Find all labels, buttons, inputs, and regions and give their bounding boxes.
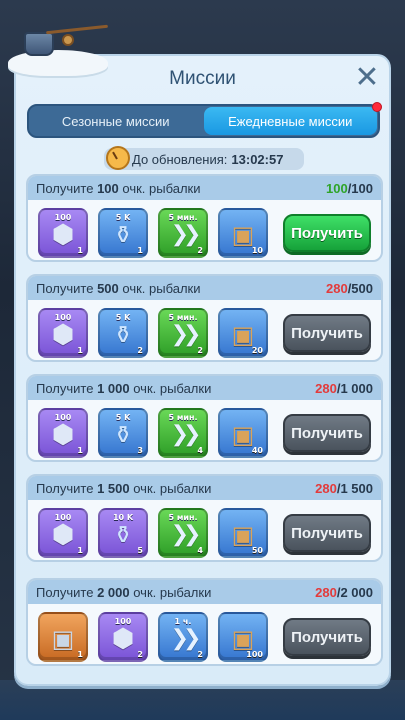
mission-header: Получите 100 очк. рыбалки 100/100 [28,176,381,200]
timer-label: До обновления: [132,151,228,167]
mission-tabs: Сезонные миссии Ежедневные миссии [27,102,382,138]
reward-list: 100 ⬢ 1 5 K ⚱ 1 5 мин. ❯❯ 2 ▣ 10 [38,208,268,258]
mission-title: Получите 2 000 очк. рыбалки [36,584,212,600]
mission-progress: 280/2 000 [315,584,373,600]
tab-daily[interactable]: Ежедневные миссии [203,102,382,135]
mission-progress: 280/500 [325,280,373,296]
bottle-icon[interactable]: 5 K ⚱ 2 [98,308,148,358]
missions-panel: Миссии ✕ Сезонные миссии Ежедневные мисс… [14,54,391,686]
speedup-icon[interactable]: 5 мин. ❯❯ 4 [158,508,208,558]
bottle-icon[interactable]: 5 K ⚱ 1 [98,208,148,258]
claim-button[interactable]: Получить [283,414,371,452]
mission-card: Получите 100 очк. рыбалки 100/100 100 ⬢ … [26,174,383,262]
mission-header: Получите 1 500 очк. рыбалки 280/1 500 [28,476,381,500]
speedup-icon[interactable]: 5 мин. ❯❯ 4 [158,408,208,458]
chest-icon[interactable]: ▣ 100 [218,612,268,662]
chest-icon[interactable]: ▣ 40 [218,408,268,458]
mission-progress: 280/1 500 [315,480,373,496]
notification-dot-icon [372,102,382,112]
fishing-decoration-icon [8,22,108,82]
tab-label: Ежедневные миссии [228,113,353,129]
claim-button[interactable]: Получить [283,314,371,352]
refresh-timer: До обновления: 13:02:57 [104,146,304,170]
mission-card: Получите 1 500 очк. рыбалки 280/1 500 10… [26,474,383,562]
mission-header: Получите 1 000 очк. рыбалки 280/1 000 [28,376,381,400]
reward-list: 100 ⬢ 1 10 K ⚱ 5 5 мин. ❯❯ 4 ▣ 50 [38,508,268,558]
mission-card: Получите 500 очк. рыбалки 280/500 100 ⬢ … [26,274,383,362]
mission-progress: 280/1 000 [315,380,373,396]
mission-header: Получите 500 очк. рыбалки 280/500 [28,276,381,300]
bottle-icon[interactable]: 10 K ⚱ 5 [98,508,148,558]
gear-icon[interactable]: 100 ⬢ 2 [98,612,148,662]
chest-icon[interactable]: ▣ 10 [218,208,268,258]
orange-chest-icon[interactable]: ▣ 1 [38,612,88,662]
gear-icon[interactable]: 100 ⬢ 1 [38,208,88,258]
speedup-icon[interactable]: 5 мин. ❯❯ 2 [158,208,208,258]
mission-header: Получите 2 000 очк. рыбалки 280/2 000 [28,580,381,604]
mission-title: Получите 1 000 очк. рыбалки [36,380,212,396]
clock-icon [106,146,130,170]
chest-icon[interactable]: ▣ 20 [218,308,268,358]
mission-progress: 100/100 [325,180,373,196]
tab-seasonal[interactable]: Сезонные миссии [29,106,203,136]
background-bottom-strip [0,680,405,720]
timer-value: 13:02:57 [231,151,284,167]
claim-button[interactable]: Получить [283,214,371,252]
gear-icon[interactable]: 100 ⬢ 1 [38,508,88,558]
tab-label: Сезонные миссии [61,113,170,129]
gear-icon[interactable]: 100 ⬢ 1 [38,308,88,358]
bottle-icon[interactable]: 5 K ⚱ 3 [98,408,148,458]
mission-card: Получите 2 000 очк. рыбалки 280/2 000 ▣ … [26,578,383,666]
mission-card: Получите 1 000 очк. рыбалки 280/1 000 10… [26,374,383,462]
chest-icon[interactable]: ▣ 50 [218,508,268,558]
mission-title: Получите 100 очк. рыбалки [36,180,201,196]
mission-title: Получите 500 очк. рыбалки [36,280,201,296]
claim-button[interactable]: Получить [283,514,371,552]
reward-list: 100 ⬢ 1 5 K ⚱ 3 5 мин. ❯❯ 4 ▣ 40 [38,408,268,458]
reward-list: ▣ 1 100 ⬢ 2 1 ч. ❯❯ 2 ▣ 100 [38,612,268,662]
speedup-icon[interactable]: 1 ч. ❯❯ 2 [158,612,208,662]
close-icon[interactable]: ✕ [354,63,380,93]
mission-title: Получите 1 500 очк. рыбалки [36,480,212,496]
gear-icon[interactable]: 100 ⬢ 1 [38,408,88,458]
claim-button[interactable]: Получить [283,618,371,656]
speedup-icon[interactable]: 5 мин. ❯❯ 2 [158,308,208,358]
reward-list: 100 ⬢ 1 5 K ⚱ 2 5 мин. ❯❯ 2 ▣ 20 [38,308,268,358]
